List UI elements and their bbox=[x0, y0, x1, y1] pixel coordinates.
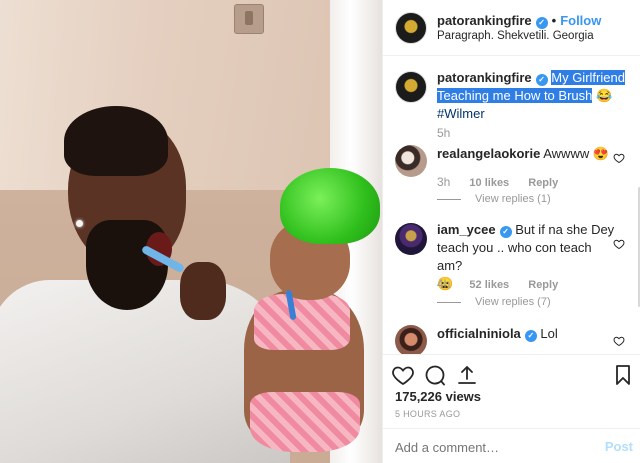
baby-swimsuit-bottom bbox=[250, 392, 360, 452]
post-photo[interactable] bbox=[0, 0, 382, 463]
add-comment-bar: Post bbox=[383, 428, 640, 463]
view-replies-label: View replies (1) bbox=[475, 193, 551, 205]
caption-emoji: 😂 bbox=[595, 88, 613, 103]
post-sidebar: patorankingfire ✓ • Follow Paragraph. Shekv… bbox=[382, 0, 640, 463]
comment-username[interactable]: officialniniola bbox=[437, 326, 521, 341]
replies-line bbox=[437, 198, 461, 200]
comment-likes[interactable]: 52 likes bbox=[469, 279, 509, 291]
caption-avatar[interactable] bbox=[395, 71, 427, 103]
post-location[interactable]: Paragraph. Shekvetili. Georgia bbox=[437, 30, 594, 42]
comment-avatar[interactable] bbox=[395, 145, 427, 177]
author-username[interactable]: patorankingfire bbox=[437, 13, 532, 28]
comment-text: Awwww 😍 bbox=[543, 146, 610, 161]
reply-button[interactable]: Reply bbox=[528, 279, 558, 291]
heart-icon[interactable] bbox=[613, 238, 625, 250]
comment: realangelaokorie Awwww 😍 bbox=[437, 145, 617, 163]
caption-username[interactable]: patorankingfire bbox=[437, 70, 532, 85]
baby-shower-cap bbox=[280, 168, 380, 244]
heart-icon[interactable] bbox=[613, 152, 625, 164]
verified-badge-icon: ✓ bbox=[499, 226, 512, 238]
share-icon[interactable] bbox=[455, 363, 479, 387]
verified-badge-icon: ✓ bbox=[535, 74, 548, 86]
post-timestamp[interactable]: 5 HOURS AGO bbox=[395, 409, 460, 419]
comment-meta: 3h 10 likes Reply bbox=[437, 175, 574, 189]
author-username-row: patorankingfire ✓ • Follow bbox=[437, 13, 601, 29]
action-bar bbox=[383, 354, 640, 394]
comment-time[interactable]: 4h bbox=[437, 277, 450, 291]
comment-username[interactable]: iam_ycee bbox=[437, 222, 496, 237]
comment-avatar[interactable] bbox=[395, 223, 427, 255]
comment-avatar[interactable] bbox=[395, 325, 427, 354]
comment: officialniniola ✓ Lol bbox=[437, 325, 617, 343]
comment-username[interactable]: realangelaokorie bbox=[437, 146, 540, 161]
wall-background bbox=[0, 0, 382, 190]
view-replies-button[interactable]: View replies (7) bbox=[437, 296, 551, 308]
post-header: patorankingfire ✓ • Follow Paragraph. Shekv… bbox=[383, 0, 640, 56]
view-replies-button[interactable]: View replies (1) bbox=[437, 193, 551, 205]
follow-button[interactable]: Follow bbox=[560, 13, 601, 28]
comment-input[interactable] bbox=[395, 438, 595, 456]
wall-switch bbox=[234, 4, 264, 34]
comment-time[interactable]: 3h bbox=[437, 175, 450, 189]
man-hand bbox=[180, 262, 226, 320]
reply-button[interactable]: Reply bbox=[528, 177, 558, 189]
comment-text: Lol bbox=[540, 326, 558, 341]
comment-likes[interactable]: 10 likes bbox=[469, 177, 509, 189]
baby-swimsuit-top bbox=[254, 294, 350, 350]
view-replies-label: View replies (7) bbox=[475, 296, 551, 308]
comment-meta: 4h 52 likes Reply bbox=[437, 277, 574, 291]
verified-badge-icon: ✓ bbox=[535, 17, 548, 29]
caption-hashtag[interactable]: #Wilmer bbox=[437, 106, 485, 121]
post-comment-button[interactable]: Post bbox=[605, 439, 633, 454]
heart-icon[interactable] bbox=[613, 335, 625, 347]
replies-line bbox=[437, 301, 461, 303]
caption: patorankingfire ✓ My Girlfriend Teaching … bbox=[437, 69, 627, 123]
comments-list[interactable]: patorankingfire ✓ My Girlfriend Teaching … bbox=[383, 57, 640, 354]
separator-dot: • bbox=[551, 13, 557, 28]
author-avatar[interactable] bbox=[395, 12, 427, 44]
caption-time[interactable]: 5h bbox=[437, 126, 450, 140]
bookmark-icon[interactable] bbox=[611, 363, 635, 387]
heart-icon[interactable] bbox=[391, 363, 415, 387]
man-hair bbox=[64, 106, 168, 176]
man-earring bbox=[76, 220, 83, 227]
comment-icon[interactable] bbox=[423, 363, 447, 387]
verified-badge-icon: ✓ bbox=[524, 330, 537, 342]
views-count[interactable]: 175,226 views bbox=[395, 389, 481, 404]
